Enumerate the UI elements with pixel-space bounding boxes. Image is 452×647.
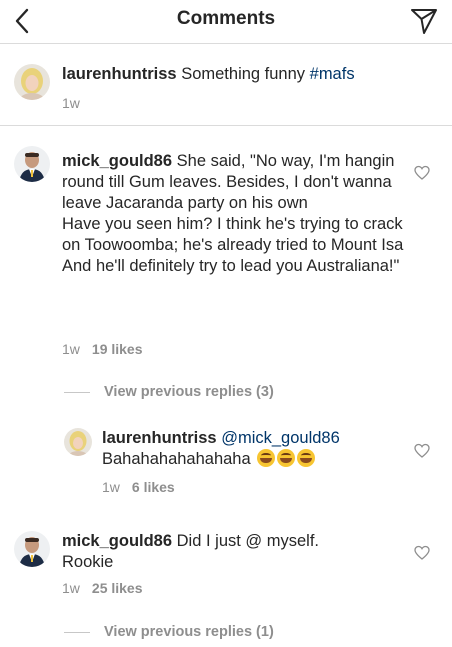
avatar-laurenhuntriss-reply[interactable] — [64, 428, 92, 456]
heart-icon[interactable] — [414, 443, 430, 459]
comment-text: mick_gould86 She said, "No way, I'm hang… — [62, 151, 412, 277]
caption-row: laurenhuntriss Something funny #mafs 1w — [0, 44, 452, 126]
reply-time: 1w — [102, 479, 120, 495]
caption-hashtag[interactable]: #mafs — [310, 65, 355, 83]
comment-meta: 1w 25 likes — [62, 580, 143, 596]
laughing-emoji-icon — [257, 449, 276, 467]
reply-meta: 1w 6 likes — [102, 479, 175, 495]
caption-time: 1w — [62, 95, 80, 111]
comment-likes[interactable]: 25 likes — [92, 580, 143, 596]
avatar-mick-gould86[interactable] — [14, 146, 50, 182]
view-replies-button[interactable]: View previous replies (1) — [64, 624, 274, 640]
heart-icon[interactable] — [414, 165, 430, 181]
reply-body: Bahahahahahahaha — [102, 450, 251, 468]
top-bar: Comments — [0, 0, 452, 44]
view-replies-button[interactable]: View previous replies (3) — [64, 384, 274, 400]
comment-text: mick_gould86 Did I just @ myself. Rookie — [62, 531, 412, 573]
comment-time: 1w — [62, 341, 80, 357]
reply-likes[interactable]: 6 likes — [132, 479, 175, 495]
view-replies-label: View previous replies (3) — [104, 384, 274, 400]
heart-icon[interactable] — [414, 545, 430, 561]
comment-time: 1w — [62, 580, 80, 596]
comment-body-line-2: Have you seen him? I think he's trying t… — [62, 215, 404, 254]
avatar-mick-gould86[interactable] — [14, 531, 50, 567]
replies-divider — [64, 631, 90, 633]
paper-plane-icon[interactable] — [410, 7, 438, 35]
laughing-emoji-icon — [297, 449, 316, 467]
avatar-laurenhuntriss[interactable] — [14, 64, 50, 100]
page-title: Comments — [176, 8, 276, 29]
caption-username[interactable]: laurenhuntriss — [62, 65, 177, 83]
reply-text: laurenhuntriss @mick_gould86 Bahahahahah… — [102, 428, 402, 470]
reply-mention[interactable]: @mick_gould86 — [221, 429, 340, 447]
caption-meta: 1w — [62, 95, 80, 111]
comment-likes[interactable]: 19 likes — [92, 341, 143, 357]
comment-username[interactable]: mick_gould86 — [62, 532, 172, 550]
caption-text: laurenhuntriss Something funny #mafs — [62, 64, 437, 85]
laughing-emoji-icon — [277, 449, 296, 467]
comment-username[interactable]: mick_gould86 — [62, 152, 172, 170]
comment-body-line-3: And he'll definitely try to lead you Aus… — [62, 257, 400, 275]
caption-body: Something funny — [181, 65, 306, 83]
reply-username[interactable]: laurenhuntriss — [102, 429, 217, 447]
comment-body: Did I just @ myself. — [176, 532, 320, 550]
replies-divider — [64, 391, 90, 393]
view-replies-label: View previous replies (1) — [104, 624, 274, 640]
comment-body-line-2: Rookie — [62, 553, 114, 571]
comment-meta: 1w 19 likes — [62, 341, 143, 357]
